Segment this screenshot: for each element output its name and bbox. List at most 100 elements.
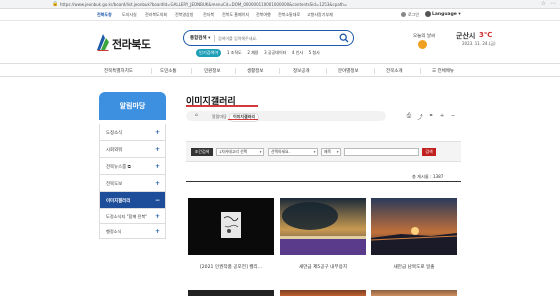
search-scope-select[interactable]: 통합검색 ▾ bbox=[190, 35, 210, 41]
bookmark-star-icon[interactable]: ☆ bbox=[541, 0, 546, 7]
subcategory-select[interactable]: 선택하세요. ▾ bbox=[268, 148, 318, 156]
topnav-item[interactable]: 고향사랑기부제 bbox=[307, 12, 333, 18]
collapse-icon: − bbox=[154, 196, 160, 204]
lnb-subitem[interactable]: 행정소식 + bbox=[99, 224, 166, 239]
title-underline bbox=[186, 105, 258, 107]
gnb-divider bbox=[420, 68, 421, 74]
gallery-thumbnail-next-row[interactable] bbox=[280, 290, 366, 296]
expand-icon: + bbox=[154, 162, 160, 170]
gallery-caption[interactable]: 새만금 남북도로 일출 bbox=[371, 264, 457, 270]
login-link[interactable]: 로그인 bbox=[408, 12, 419, 18]
field-select[interactable]: 제목 ▾ bbox=[321, 148, 341, 156]
lnb-item-active[interactable]: 이미지갤러리 − bbox=[99, 192, 166, 209]
zoom-out-icon[interactable]: − bbox=[449, 113, 457, 121]
lnb-title: 알림마당 bbox=[99, 92, 166, 120]
breadcrumb-current[interactable]: 이미지갤러리 bbox=[229, 112, 260, 122]
browser-menu-icon[interactable]: ⋯ bbox=[550, 0, 556, 7]
topnav-item[interactable]: 전북도 홈페이지 bbox=[222, 12, 249, 18]
topnav-item[interactable]: 전북소통대로 bbox=[278, 12, 300, 18]
search-divider bbox=[214, 35, 215, 42]
zoom-in-icon[interactable]: + bbox=[438, 113, 446, 121]
gallery-thumbnail-next-row[interactable] bbox=[188, 290, 274, 296]
lnb-item-label: 전북도보 bbox=[106, 182, 123, 187]
weather-temperature: 3℃ bbox=[479, 31, 493, 39]
topnav-item[interactable]: 전북도청 bbox=[97, 12, 112, 18]
lnb-item[interactable]: 시회외워 + bbox=[99, 141, 166, 158]
gnb-item[interactable]: 생활정보 bbox=[247, 68, 264, 74]
gnb-item[interactable]: 도민소통 bbox=[160, 68, 177, 74]
gallery-thumbnail[interactable] bbox=[371, 198, 457, 255]
gnb-divider bbox=[279, 68, 280, 74]
keyword-input[interactable] bbox=[344, 148, 419, 156]
all-menu-button[interactable]: ☰ 전체메뉴 bbox=[432, 68, 454, 74]
lock-icon: 🔒 bbox=[52, 1, 59, 7]
popular-keyword[interactable]: 2 채용 bbox=[247, 50, 258, 55]
expand-icon: + bbox=[154, 227, 160, 235]
integrated-search-box: 통합검색 ▾ bbox=[183, 30, 354, 46]
language-selector[interactable]: Language ▾ bbox=[432, 12, 461, 17]
sun-icon bbox=[418, 40, 427, 49]
lnb-subitem[interactable]: 도정소식지 "함께 전북" + bbox=[99, 209, 166, 224]
url-text[interactable]: https://www.jeonbuk.go.kr/board/list.jeo… bbox=[60, 2, 347, 7]
expand-icon: + bbox=[154, 128, 160, 136]
weather-city: 군산시 bbox=[456, 32, 476, 40]
weather-heading: 오늘의 날씨 bbox=[413, 34, 436, 39]
link-icon[interactable]: ⚭ bbox=[427, 113, 435, 121]
home-icon[interactable]: ⌂ bbox=[195, 113, 198, 118]
gallery-caption[interactable]: [2021 인권작품 공모전] 캘리... bbox=[188, 264, 274, 270]
gnb-divider bbox=[326, 68, 327, 74]
gnb-item[interactable]: 분야별정보 bbox=[338, 68, 359, 74]
lnb-item[interactable]: 도정소식 + bbox=[99, 124, 166, 141]
topnav-item[interactable]: 전북여행 bbox=[256, 12, 271, 18]
gnb-item[interactable]: 민원정보 bbox=[204, 68, 221, 74]
expand-icon: + bbox=[154, 212, 160, 220]
hamburger-icon: ☰ bbox=[432, 69, 437, 74]
gallery-thumbnail-next-row[interactable] bbox=[371, 290, 457, 296]
gnb-item[interactable]: 정보공개 bbox=[293, 68, 310, 74]
lnb-subitem-label: 도정소식지 "함께 전북" bbox=[106, 214, 148, 219]
expand-icon: + bbox=[154, 179, 160, 187]
browser-address-bar[interactable]: 🔒 https://www.jeonbuk.go.kr/board/list.j… bbox=[0, 0, 560, 9]
topnav-item[interactable]: 전북영상방 bbox=[175, 12, 193, 18]
lnb-item[interactable]: 전북도보 + bbox=[99, 175, 166, 192]
topnav-item[interactable]: 전라북도의회 bbox=[145, 12, 167, 18]
total-count: 총 게시물 : 1387 bbox=[412, 174, 444, 179]
topnav-item[interactable]: 도지사실 bbox=[122, 12, 137, 18]
print-icon[interactable]: ⎙ bbox=[405, 113, 413, 121]
search-button[interactable]: 검색 bbox=[422, 148, 436, 156]
share-icon[interactable]: ⤴ bbox=[416, 113, 424, 121]
gallery-thumbnail[interactable] bbox=[280, 198, 366, 255]
gallery-caption[interactable]: 새만금 제5공구 내부용지 bbox=[280, 264, 366, 270]
lnb-item[interactable]: 전북뉴스룸 ⧉ + bbox=[99, 158, 166, 175]
lnb-item-label: 도정소식 bbox=[106, 131, 123, 136]
lnb-subitem-label: 행정소식 bbox=[106, 229, 122, 234]
weather-date: 2023. 11. 24.(금) bbox=[462, 41, 496, 46]
expand-icon: + bbox=[154, 145, 160, 153]
search-icon[interactable] bbox=[339, 33, 349, 43]
search-condition-label: 조건검색 bbox=[191, 148, 213, 156]
gnb-item[interactable]: 전북소개 bbox=[386, 68, 403, 74]
site-logo[interactable]: 전라북도 bbox=[95, 32, 157, 54]
lnb-item-label: 전북뉴스룸 ⧉ bbox=[106, 165, 131, 170]
user-icon bbox=[401, 11, 406, 17]
main-navigation: 전북특별자치도 도민소통 민원정보 생활정보 정보공개 분야별정보 전북소개 ☰… bbox=[0, 63, 560, 77]
search-input[interactable] bbox=[218, 34, 328, 42]
gnb-divider bbox=[374, 68, 375, 74]
gallery-thumbnail[interactable] bbox=[188, 198, 274, 255]
gnb-divider bbox=[191, 68, 192, 74]
popular-keywords: 인기검색어 1 조직도 2 채용 3 공공데이터 4 인사 5 청사 bbox=[196, 49, 324, 57]
lnb-item-label: 시회외워 bbox=[106, 148, 123, 153]
popular-keyword[interactable]: 1 조직도 bbox=[227, 50, 242, 55]
popular-keyword[interactable]: 5 청사 bbox=[309, 50, 320, 55]
category-select[interactable]: 1차카테고리 선택 ▾ bbox=[216, 148, 264, 156]
logo-mark-icon bbox=[97, 34, 109, 51]
topnav-item[interactable]: 전자북 bbox=[203, 12, 214, 18]
breadcrumb-item[interactable]: 알림마당 bbox=[212, 114, 227, 120]
gnb-divider bbox=[235, 68, 236, 74]
gnb-divider bbox=[151, 68, 152, 74]
weather-widget: 오늘의 날씨 군산시 3℃ 2023. 11. 24.(금) bbox=[413, 31, 553, 53]
popular-keyword[interactable]: 3 공공데이터 bbox=[264, 50, 286, 55]
popular-keyword[interactable]: 4 인사 bbox=[292, 50, 303, 55]
breadcrumb-highlight bbox=[228, 119, 258, 120]
gnb-item[interactable]: 전북특별자치도 bbox=[104, 68, 133, 74]
